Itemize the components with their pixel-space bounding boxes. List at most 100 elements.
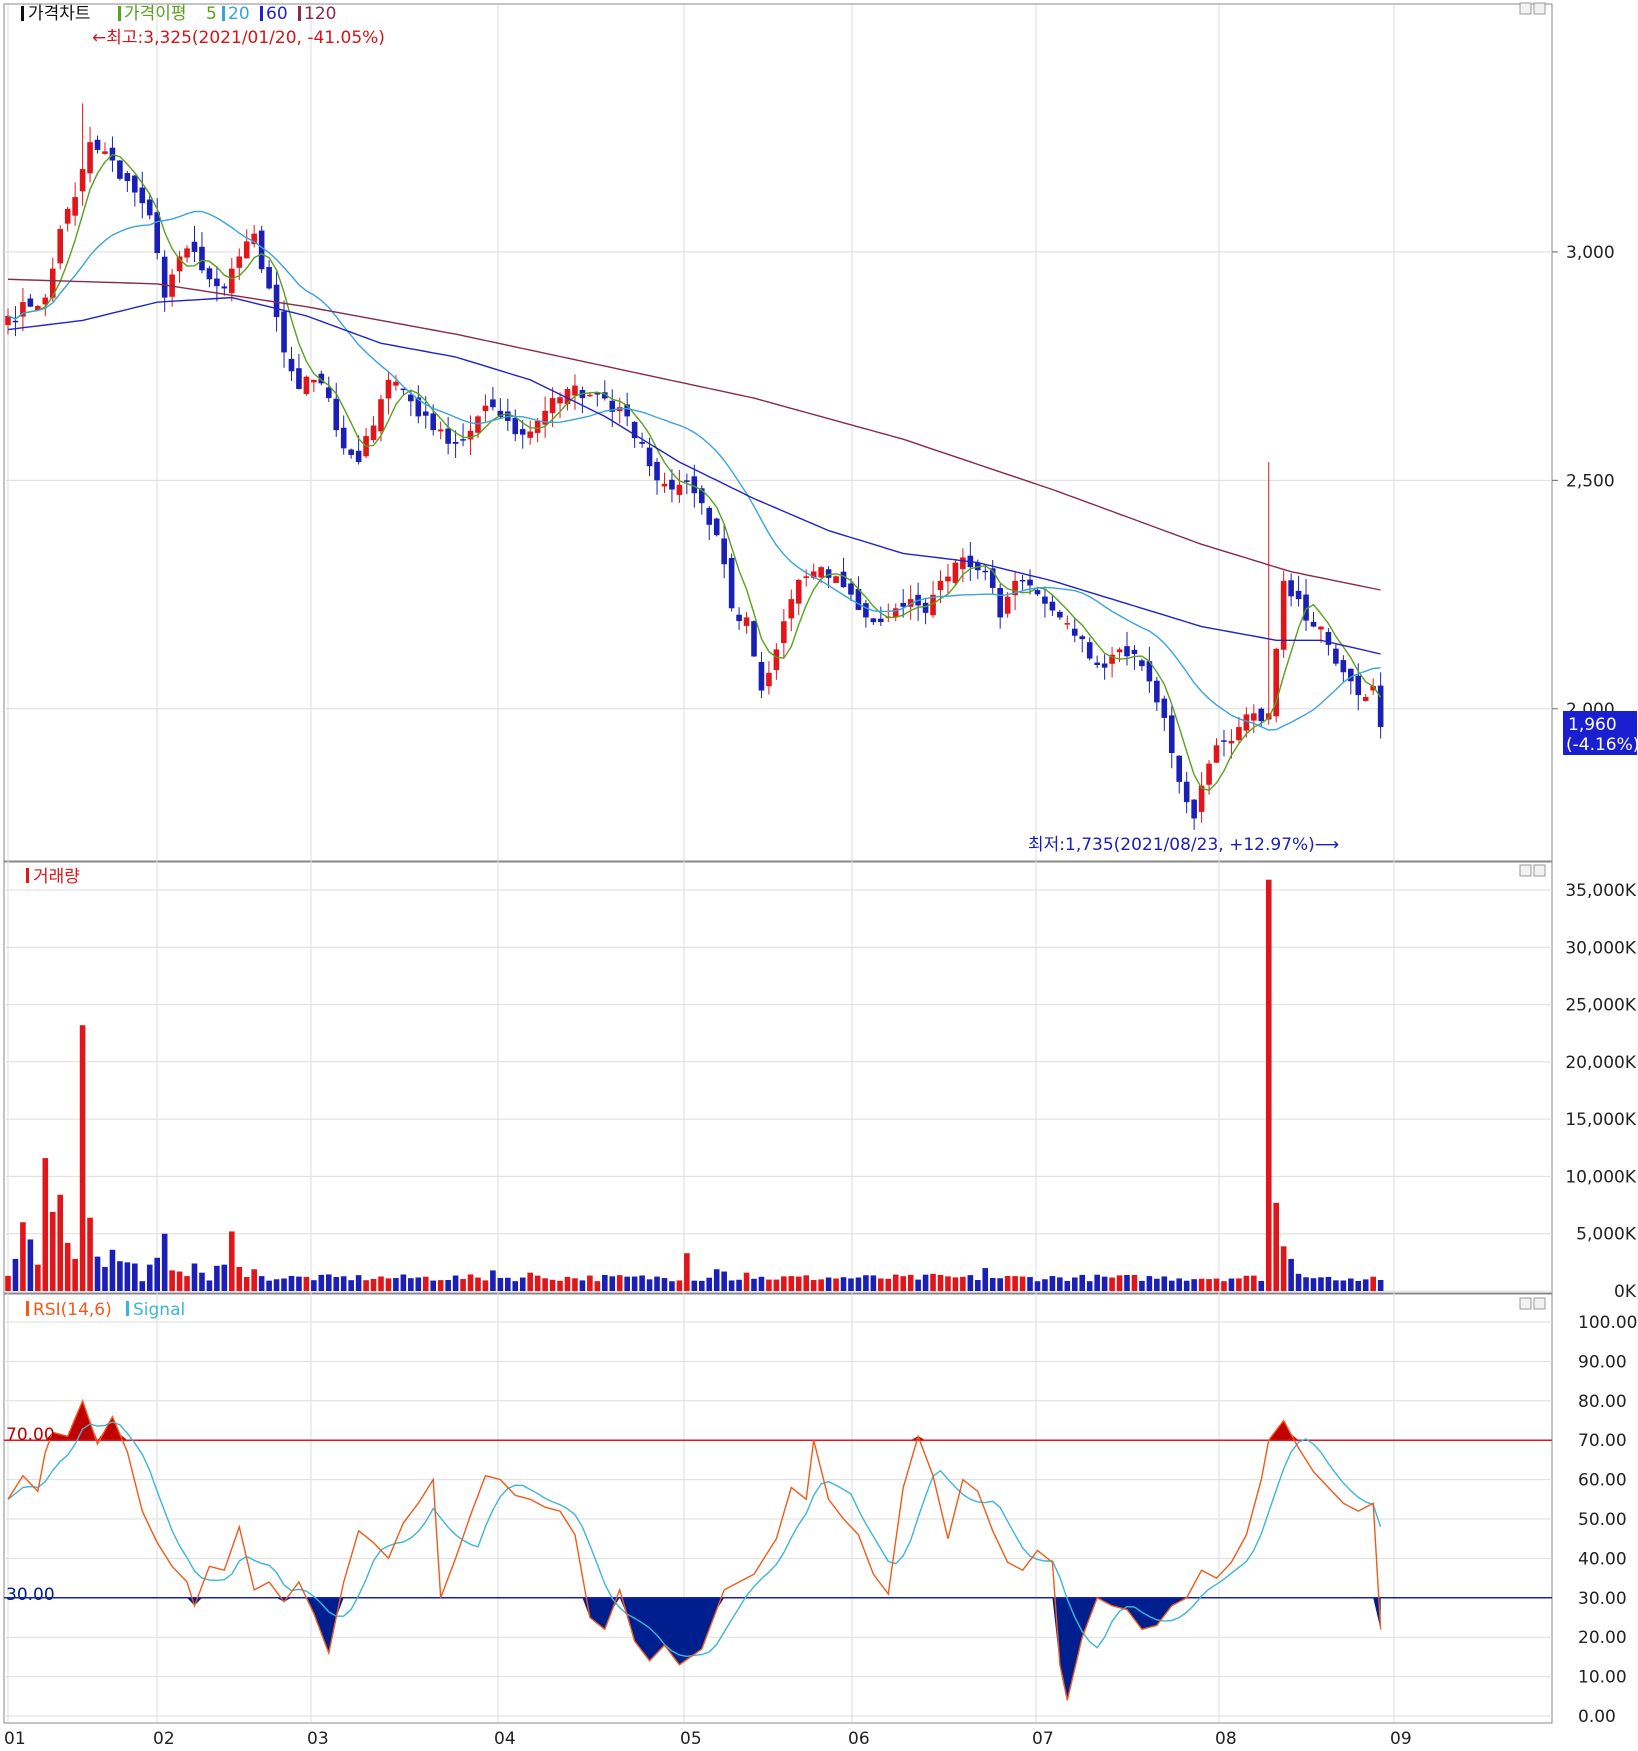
volume-bar [422, 1276, 429, 1291]
volume-bar [79, 1025, 86, 1291]
volume-bar [997, 1278, 1003, 1291]
candle-body [997, 587, 1003, 618]
volume-bar [445, 1279, 451, 1291]
volume-bar [1027, 1277, 1033, 1291]
price-panel-close-icon[interactable] [1533, 2, 1546, 15]
ma-legend-label: 가격이평 [124, 4, 187, 24]
volume-legend-marker [26, 868, 29, 883]
candle-body [572, 385, 578, 396]
candle-body [214, 278, 220, 287]
volume-bar [1101, 1276, 1108, 1291]
candle-body [1206, 763, 1212, 785]
candle-body [661, 483, 668, 487]
volume-bar [355, 1275, 362, 1291]
volume-bar [818, 1279, 824, 1291]
price-panel-minimize-icon[interactable] [1519, 2, 1532, 15]
volume-bar [646, 1279, 653, 1291]
volume-bar [325, 1274, 332, 1291]
current-price: 1,960 [1568, 715, 1617, 735]
candle-body [1094, 662, 1100, 665]
volume-bar [676, 1280, 683, 1291]
volume-bar [549, 1279, 556, 1291]
volume-bar [1109, 1277, 1115, 1291]
volume-bar [907, 1274, 914, 1291]
volume-bar [624, 1276, 630, 1291]
volume-bar [1131, 1274, 1138, 1291]
rsi-tick-label: 30.00 [1578, 1589, 1627, 1609]
volume-bar [87, 1217, 93, 1291]
volume-bar [1310, 1278, 1317, 1291]
volume-bar [1318, 1277, 1324, 1291]
volume-bar [94, 1256, 101, 1291]
candle-body [221, 286, 228, 289]
volume-bar [982, 1268, 989, 1291]
candle-body [1310, 621, 1317, 627]
volume-bar [1124, 1274, 1130, 1291]
volume-tick-label: 15,000K [1565, 1110, 1636, 1130]
volume-tick-label: 30,000K [1565, 938, 1636, 958]
volume-bar [490, 1270, 496, 1291]
candle-body [587, 394, 593, 397]
candle-body [848, 583, 854, 595]
candle-body [1288, 580, 1294, 597]
rsi-panel-close-icon[interactable] [1533, 1297, 1546, 1310]
rsi-tick-label: 90.00 [1578, 1352, 1627, 1372]
volume-bar [1213, 1278, 1220, 1291]
volume-bar [1236, 1278, 1242, 1291]
volume-panel-close-icon[interactable] [1533, 864, 1546, 877]
candle-body [1213, 745, 1220, 763]
volume-bar [12, 1258, 19, 1291]
volume-bar [385, 1278, 392, 1291]
rsi-panel-minimize-icon[interactable] [1519, 1297, 1532, 1310]
candle-body [132, 175, 138, 193]
candle-body [199, 246, 205, 271]
volume-bar [833, 1278, 839, 1291]
candle-body [788, 599, 795, 619]
candle-body [258, 230, 265, 270]
volume-bar [1019, 1276, 1026, 1291]
volume-bar [1265, 879, 1272, 1291]
volume-bar [102, 1266, 108, 1291]
rsi-tick-label: 20.00 [1578, 1628, 1627, 1648]
volume-bar [781, 1276, 787, 1291]
candle-body [57, 229, 64, 264]
candle-body [490, 399, 496, 408]
volume-bar [333, 1277, 340, 1291]
volume-bar [587, 1275, 593, 1291]
candle-body [1258, 708, 1265, 722]
volume-bar [311, 1280, 317, 1291]
price-panel-frame [3, 3, 1553, 862]
volume-bar [146, 1264, 153, 1291]
candle-body [945, 576, 951, 582]
volume-bar [527, 1272, 533, 1291]
volume-panel-minimize-icon[interactable] [1519, 864, 1532, 877]
volume-bar [475, 1277, 481, 1291]
volume-bar [176, 1271, 183, 1291]
candle-body [1280, 580, 1287, 650]
volume-bar [564, 1276, 571, 1291]
volume-bar [229, 1231, 235, 1291]
volume-panel-frame [3, 861, 1553, 1294]
candle-body [229, 268, 235, 294]
candle-body [1198, 785, 1205, 812]
chart-canvas: 01 02 03 04 05 06 07 08 093,0002,5002,00035,000K… [3, 2, 1638, 1749]
candle-body [1071, 628, 1078, 636]
volume-bar [415, 1277, 422, 1291]
volume-bar [519, 1277, 526, 1291]
candle-body [982, 570, 989, 573]
volume-bar [430, 1280, 437, 1291]
volume-bar [1146, 1276, 1153, 1291]
volume-bar [109, 1249, 116, 1291]
volume-bar [542, 1278, 548, 1291]
candle-body [713, 518, 720, 536]
candle-body [87, 142, 93, 174]
rsi-tick-label: 100.00 [1578, 1313, 1637, 1333]
candle-body [467, 430, 474, 440]
volume-bar [482, 1280, 489, 1291]
volume-bar [1042, 1279, 1048, 1291]
volume-bar [1348, 1278, 1354, 1291]
candle-body [825, 569, 832, 578]
volume-bar [1183, 1280, 1190, 1291]
volume-bar [340, 1276, 347, 1291]
volume-bar [318, 1274, 325, 1291]
